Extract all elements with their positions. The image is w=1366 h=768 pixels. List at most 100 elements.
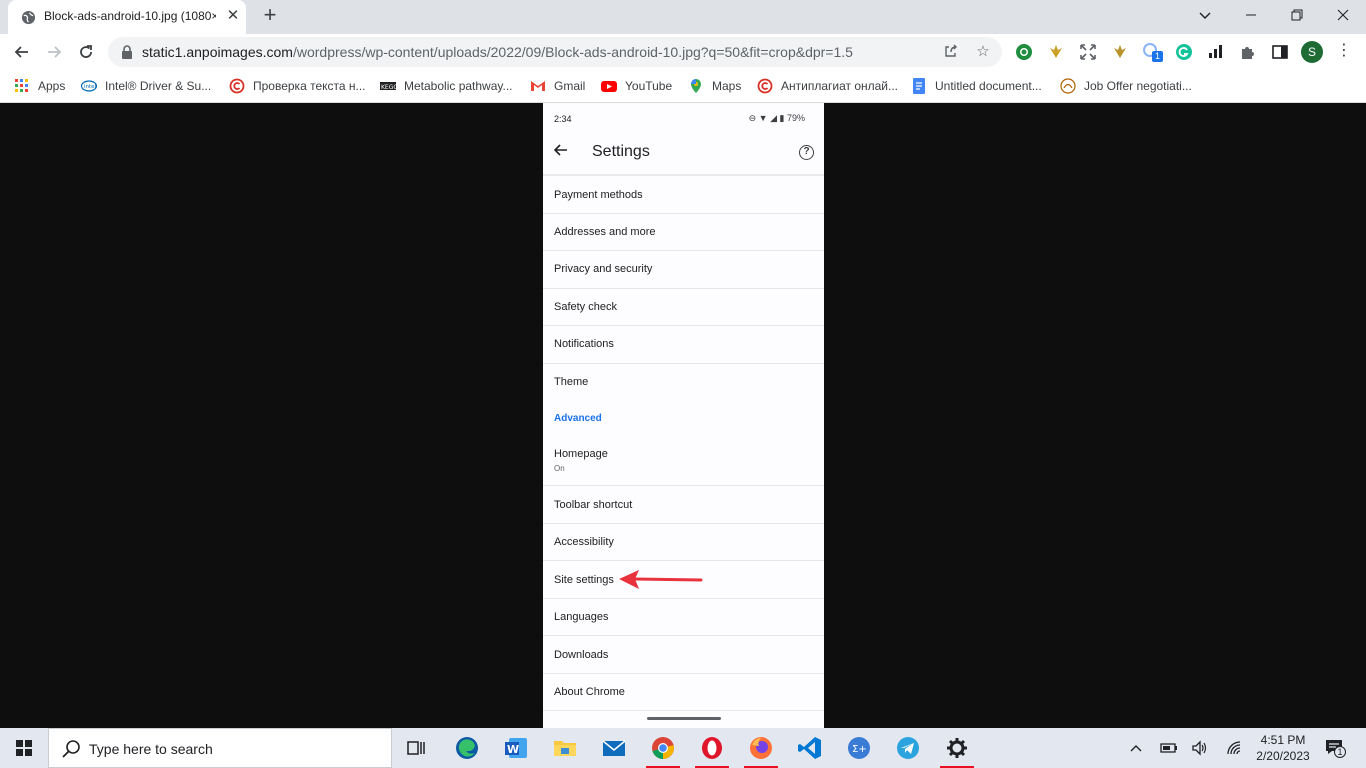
settings-item-payment-methods[interactable]: Payment methods — [543, 176, 824, 214]
task-view-icon[interactable] — [402, 734, 430, 762]
settings-item-safety-check[interactable]: Safety check — [543, 289, 824, 326]
lock-icon[interactable] — [121, 45, 133, 59]
mail-icon[interactable] — [600, 734, 628, 762]
windows-logo-icon — [16, 740, 32, 756]
bookmarks-bar: Apps intel Intel® Driver & Su... Проверка… — [0, 70, 1366, 103]
site-logo-icon — [1060, 78, 1076, 94]
restore-button[interactable] — [1274, 0, 1320, 30]
url-text[interactable]: static1.anpoimages.com/wordpress/wp-cont… — [142, 44, 853, 60]
side-panel-icon[interactable] — [1270, 42, 1290, 62]
settings-title: Settings — [592, 143, 650, 160]
profile-avatar[interactable]: S — [1301, 41, 1323, 63]
search-placeholder: Type here to search — [89, 741, 213, 757]
telegram-icon[interactable] — [894, 734, 922, 762]
opera-icon[interactable] — [698, 734, 726, 762]
extensions-puzzle-icon[interactable] — [1238, 42, 1258, 62]
settings-item-label: Homepage — [554, 448, 608, 460]
settings-item-languages[interactable]: Languages — [543, 599, 824, 636]
taskbar-clock[interactable]: 4:51 PM 2/20/2023 — [1248, 732, 1318, 764]
copyright-red-icon — [229, 78, 245, 94]
share-icon[interactable] — [942, 43, 960, 61]
settings-gear-icon[interactable] — [943, 734, 971, 762]
minimize-button[interactable] — [1228, 0, 1274, 30]
vscode-icon[interactable] — [796, 734, 824, 762]
notification-center-button[interactable]: 1 — [1324, 738, 1346, 760]
extension-wings-icon-2[interactable] — [1110, 42, 1130, 62]
settings-item-accessibility[interactable]: Accessibility — [543, 524, 824, 561]
extension-wings-icon[interactable] — [1046, 42, 1066, 62]
new-tab-button[interactable]: + — [258, 4, 282, 28]
settings-item-privacy[interactable]: Privacy and security — [543, 251, 824, 289]
browser-menu-icon[interactable]: ⋮ — [1336, 42, 1352, 62]
word-icon[interactable]: W — [502, 734, 530, 762]
bookmark-job-offer[interactable]: Job Offer negotiati... — [1060, 77, 1192, 95]
taskbar-search-box[interactable]: Type here to search — [48, 728, 392, 768]
settings-item-label: Notifications — [554, 338, 614, 350]
back-arrow-icon[interactable] — [553, 142, 568, 162]
edge-icon[interactable] — [453, 734, 481, 762]
tab-strip: Block-ads-android-10.jpg (1080× ✕ + — [0, 0, 1366, 34]
tab-close-icon[interactable]: ✕ — [224, 7, 242, 25]
fullscreen-extension-icon[interactable] — [1078, 42, 1098, 62]
bookmark-antiplagiat[interactable]: Антиплагиат онлай... — [757, 77, 898, 95]
analytics-extension-icon[interactable] — [1206, 42, 1226, 62]
settings-item-label: Toolbar shortcut — [554, 499, 633, 511]
settings-item-homepage[interactable]: Homepage On — [543, 439, 824, 486]
settings-app-bar: Settings ? — [543, 133, 824, 173]
extension-badge-icon[interactable]: 1 — [1142, 42, 1163, 62]
bookmark-apps[interactable]: Apps — [14, 77, 65, 95]
svg-text:KEGG: KEGG — [381, 84, 396, 91]
volume-icon[interactable] — [1191, 740, 1209, 756]
settings-item-toolbar-shortcut[interactable]: Toolbar shortcut — [543, 486, 824, 524]
bookmark-star-icon[interactable]: ☆ — [974, 43, 992, 61]
windows-taskbar: Type here to search W Σ+ 4:51 PM 2/20/20… — [0, 728, 1366, 768]
bookmark-label: YouTube — [625, 79, 673, 93]
bookmark-youtube[interactable]: YouTube — [601, 77, 672, 95]
settings-item-downloads[interactable]: Downloads — [543, 636, 824, 674]
bookmark-label: Антиплагиат онлай... — [781, 79, 899, 93]
start-button[interactable] — [0, 728, 48, 768]
address-bar[interactable]: static1.anpoimages.com/wordpress/wp-cont… — [108, 37, 1002, 67]
battery-tray-icon[interactable] — [1160, 741, 1178, 755]
url-host: static1.anpoimages.com — [142, 44, 293, 60]
grammarly-icon[interactable] — [1174, 42, 1194, 62]
intel-logo-icon: intel — [81, 80, 97, 92]
help-icon[interactable]: ? — [799, 145, 814, 160]
back-button[interactable] — [10, 40, 34, 64]
youtube-icon — [601, 80, 617, 92]
reload-button[interactable] — [74, 40, 98, 64]
bookmark-untitled-doc[interactable]: Untitled document... — [911, 77, 1042, 95]
chrome-icon[interactable] — [649, 734, 677, 762]
math-app-icon[interactable]: Σ+ — [845, 734, 873, 762]
bookmark-label: Untitled document... — [935, 79, 1042, 93]
bookmark-metabolic[interactable]: KEGG Metabolic pathway... — [380, 77, 513, 95]
settings-item-about-chrome[interactable]: About Chrome — [543, 674, 824, 711]
globe-icon — [21, 10, 36, 25]
settings-item-sublabel: On — [554, 464, 565, 473]
forward-button[interactable] — [42, 40, 66, 64]
battery-percent: 79% — [786, 113, 805, 123]
tab-search-chevron-icon[interactable] — [1182, 0, 1228, 30]
browser-tab[interactable]: Block-ads-android-10.jpg (1080× ✕ — [8, 0, 246, 34]
bookmark-intel[interactable]: intel Intel® Driver & Su... — [81, 77, 211, 95]
settings-item-label: Privacy and security — [554, 263, 653, 275]
network-icon[interactable] — [1226, 740, 1244, 756]
url-path: /wordpress/wp-content/uploads/2022/09/Bl… — [292, 44, 853, 60]
dnd-icon: ⊖ — [748, 113, 757, 123]
settings-item-theme[interactable]: Theme — [543, 364, 824, 401]
settings-item-addresses[interactable]: Addresses and more — [543, 214, 824, 251]
bookmark-label: Intel® Driver & Su... — [105, 79, 212, 93]
svg-text:W: W — [507, 743, 519, 756]
bookmark-maps[interactable]: Maps — [688, 77, 741, 95]
firefox-icon[interactable] — [747, 734, 775, 762]
file-explorer-icon[interactable] — [551, 734, 579, 762]
bookmark-gmail[interactable]: Gmail — [530, 77, 585, 95]
extension-badge-count: 1 — [1152, 51, 1163, 62]
extension-green-circle-icon[interactable] — [1014, 42, 1034, 62]
red-annotation-arrow-icon — [619, 570, 703, 589]
search-icon — [62, 740, 80, 758]
show-hidden-icons-chevron-icon[interactable] — [1129, 742, 1143, 754]
settings-item-notifications[interactable]: Notifications — [543, 326, 824, 364]
close-window-button[interactable] — [1320, 0, 1366, 30]
bookmark-text-check[interactable]: Проверка текста н... — [229, 77, 366, 95]
